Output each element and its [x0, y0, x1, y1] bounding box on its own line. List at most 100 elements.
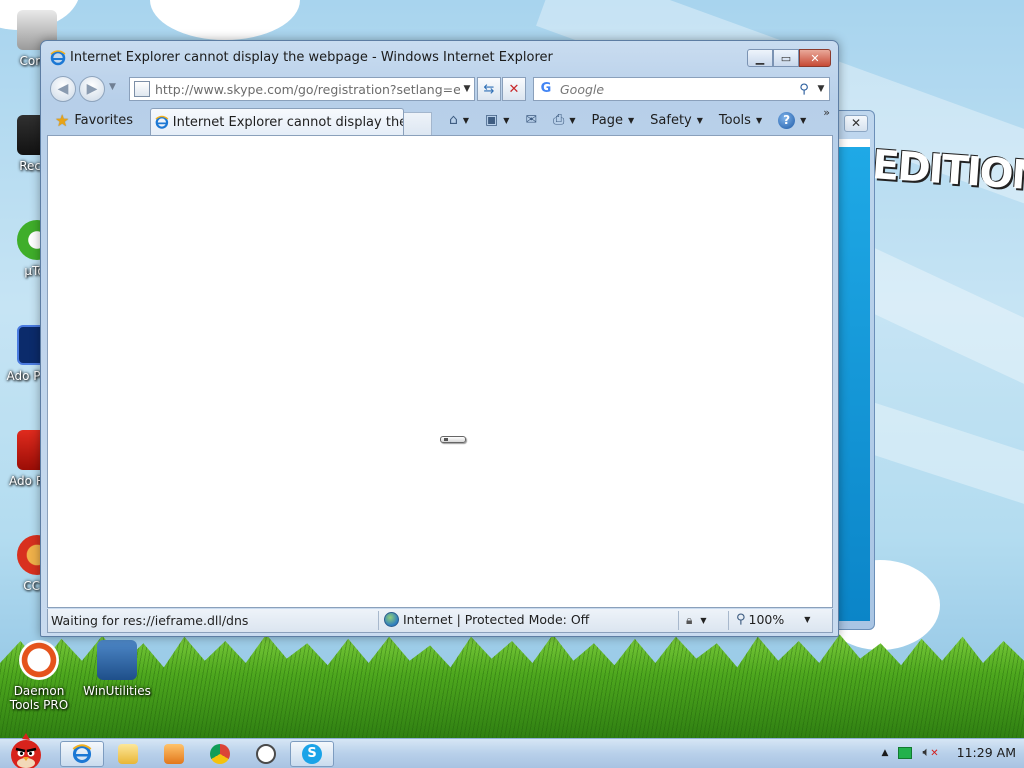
desktop-icon-daemon-tools[interactable]: Daemon Tools PRO: [4, 640, 74, 712]
mail-icon: ✉: [525, 112, 538, 128]
background-window-content: [839, 147, 870, 621]
network-icon[interactable]: [898, 746, 913, 759]
refresh-icon: ⇆: [483, 81, 495, 97]
clock[interactable]: 11:29 AM: [957, 745, 1016, 760]
minimize-button[interactable]: ▁: [747, 49, 773, 67]
back-button[interactable]: ◀: [50, 76, 76, 102]
search-box[interactable]: G Google ⚲ ▼: [533, 77, 830, 101]
protected-mode-button[interactable]: 🔒︎ ▼: [686, 613, 707, 628]
status-divider: [678, 611, 679, 630]
search-options-dropdown[interactable]: ▼: [813, 84, 829, 94]
feeds-button[interactable]: ▣ ▼: [481, 112, 513, 128]
google-icon: G: [540, 81, 552, 96]
status-text: Waiting for res://ieframe.dll/dns: [51, 613, 249, 628]
safety-menu[interactable]: Safety ▼: [646, 113, 707, 128]
zoom-control[interactable]: ⚲ 100% ▼: [736, 612, 810, 627]
page-icon: [134, 81, 150, 97]
ie-icon: [155, 115, 169, 129]
help-icon: ?: [778, 111, 796, 129]
more-commands-icon[interactable]: »: [823, 106, 830, 119]
folder-icon: [118, 744, 138, 764]
stop-button[interactable]: ✕: [502, 77, 526, 101]
command-items: ⌂ ▼ ▣ ▼ ✉ ⎙ ▼ Page ▼ Safety ▼ Tools ▼ ? ▼: [445, 108, 810, 132]
chevron-down-icon[interactable]: ▼: [503, 116, 509, 125]
address-dropdown-button[interactable]: ▼: [460, 84, 474, 94]
taskbar-internet-explorer[interactable]: [60, 741, 104, 767]
chat-bubble-icon: [256, 744, 276, 764]
rss-feed-icon: ▣: [485, 112, 499, 128]
status-divider: [728, 611, 729, 630]
desktop-icon-winutilities[interactable]: WinUtilities: [82, 640, 152, 698]
help-menu[interactable]: ? ▼: [774, 111, 810, 129]
maximize-button[interactable]: ▭: [773, 49, 799, 67]
zoom-level: 100%: [748, 612, 785, 627]
tools-menu[interactable]: Tools ▼: [715, 113, 766, 128]
chevron-down-icon: ▼: [696, 115, 703, 125]
globe-icon: [384, 612, 399, 627]
chevron-down-icon: ▼: [755, 115, 763, 125]
tab-title: Internet Explorer cannot display the ...: [172, 115, 403, 130]
chevron-down-icon[interactable]: ▼: [569, 116, 575, 125]
search-input[interactable]: Google: [560, 82, 795, 97]
skype-icon: S: [302, 744, 322, 764]
printer-icon: ⎙: [553, 112, 565, 128]
desktop-icon-label: Daemon Tools PRO: [9, 684, 69, 712]
forward-button[interactable]: ▶: [79, 76, 105, 102]
address-bar[interactable]: http://www.skype.com/go/registration?set…: [129, 77, 475, 101]
star-icon: ★: [55, 110, 70, 130]
close-button[interactable]: ✕: [799, 49, 831, 67]
stop-icon: ✕: [508, 81, 520, 97]
taskbar-chrome[interactable]: [198, 741, 242, 767]
wallpaper-cloud: [150, 0, 300, 40]
ie-window[interactable]: Internet Explorer cannot display the web…: [40, 40, 839, 637]
chevron-down-icon[interactable]: ▼: [463, 116, 469, 125]
tab-current[interactable]: Internet Explorer cannot display the ...: [150, 108, 404, 136]
security-zone[interactable]: Internet | Protected Mode: Off: [384, 612, 589, 627]
status-divider: [378, 611, 379, 630]
page-menu-label: Page: [591, 112, 624, 128]
close-icon: ✕: [810, 51, 820, 65]
title-bar[interactable]: Internet Explorer cannot display the web…: [41, 41, 838, 73]
wallpaper-edition-text: EDITION: [870, 142, 1024, 200]
security-zone-text: Internet | Protected Mode: Off: [403, 612, 590, 627]
navigation-bar: ◀ ▶ ▼ http://www.skype.com/go/registrati…: [47, 74, 832, 104]
background-window-close-button[interactable]: ✕: [844, 115, 868, 132]
search-icon[interactable]: ⚲: [795, 82, 813, 97]
mouse-cursor-icon: [440, 436, 466, 443]
refresh-button[interactable]: ⇆: [477, 77, 501, 101]
lock-icon: 🔒︎: [686, 613, 693, 627]
media-player-icon: [164, 744, 184, 764]
recent-pages-dropdown[interactable]: ▼: [109, 82, 116, 92]
taskbar-media-player[interactable]: [152, 741, 196, 767]
chevron-down-icon: ▼: [804, 615, 811, 624]
taskbar-messenger[interactable]: [244, 741, 288, 767]
start-button[interactable]: [4, 733, 48, 768]
home-icon: ⌂: [449, 112, 458, 128]
new-tab-button[interactable]: [404, 112, 432, 136]
tools-menu-label: Tools: [718, 112, 751, 128]
favorites-button[interactable]: ★ Favorites: [49, 108, 139, 132]
favorites-label: Favorites: [74, 112, 134, 128]
page-menu[interactable]: Page ▼: [588, 113, 639, 128]
read-mail-button[interactable]: ✉: [521, 112, 541, 128]
system-tray: ▲ 🔈︎✕ 11:29 AM: [882, 745, 1016, 760]
maximize-icon: ▭: [780, 51, 792, 65]
taskbar-explorer[interactable]: [106, 741, 150, 767]
taskbar-skype[interactable]: S: [290, 741, 334, 767]
zoom-icon: ⚲: [736, 612, 746, 627]
chevron-down-icon: ▼: [800, 115, 807, 125]
back-arrow-icon: ◀: [57, 81, 69, 97]
show-hidden-icons-button[interactable]: ▲: [882, 748, 889, 758]
chevron-down-icon: ▼: [628, 115, 635, 125]
print-button[interactable]: ⎙ ▼: [549, 112, 579, 128]
chevron-down-icon: ▼: [700, 616, 707, 625]
close-icon: ✕: [850, 116, 862, 130]
home-button[interactable]: ⌂ ▼: [445, 112, 473, 128]
volume-muted-icon[interactable]: 🔈︎✕: [922, 745, 938, 760]
page-content[interactable]: [47, 135, 833, 608]
address-url[interactable]: http://www.skype.com/go/registration?set…: [155, 82, 460, 97]
safety-menu-label: Safety: [650, 112, 692, 128]
window-title: Internet Explorer cannot display the web…: [70, 50, 553, 65]
daemon-tools-icon: [19, 640, 59, 680]
minimize-icon: ▁: [755, 51, 765, 65]
